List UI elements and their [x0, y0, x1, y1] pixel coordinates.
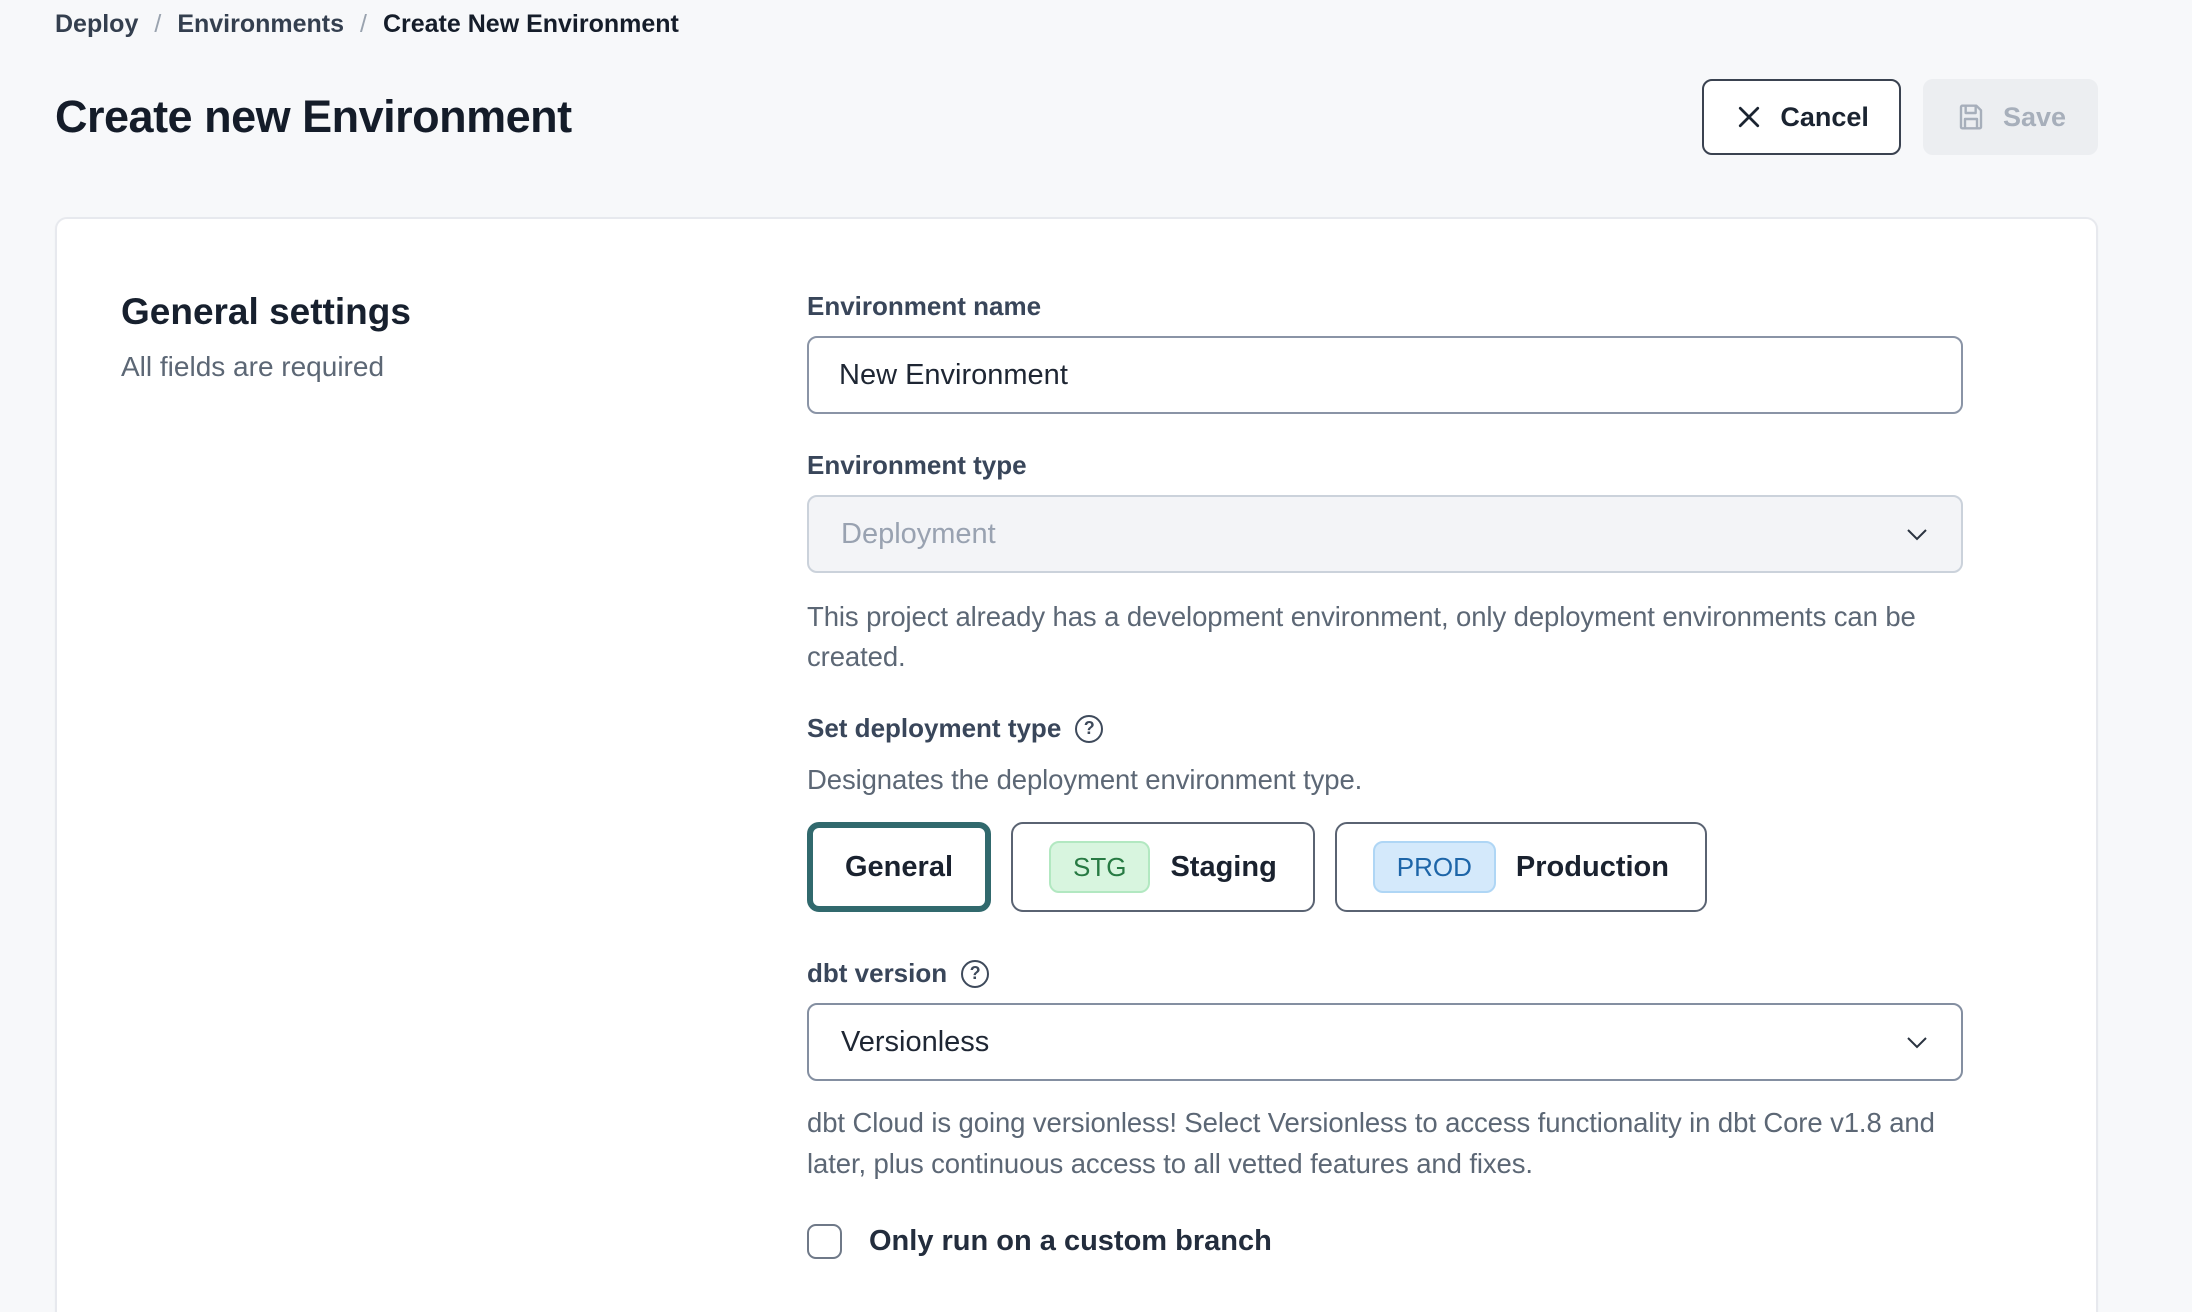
section-intro: General settings All fields are required: [121, 291, 807, 1259]
breadcrumb-deploy[interactable]: Deploy: [55, 10, 138, 39]
card-grid: General settings All fields are required…: [121, 291, 2032, 1259]
production-label: Production: [1516, 851, 1669, 884]
environment-name-group: Environment name: [807, 291, 1963, 414]
dbt-version-select[interactable]: Versionless: [807, 1003, 1963, 1081]
breadcrumb-separator: /: [360, 10, 367, 39]
cancel-label: Cancel: [1780, 102, 1869, 133]
deployment-type-helper: Designates the deployment environment ty…: [807, 760, 1963, 800]
environment-type-group: Environment type Deployment This project…: [807, 450, 1963, 677]
deployment-type-general-button[interactable]: General: [807, 822, 991, 912]
breadcrumb-environments[interactable]: Environments: [177, 10, 344, 39]
production-badge: PROD: [1373, 841, 1496, 893]
chevron-down-icon: [1905, 1035, 1929, 1050]
help-icon[interactable]: ?: [961, 960, 989, 988]
staging-badge: STG: [1049, 841, 1150, 893]
environment-type-label: Environment type: [807, 450, 1027, 481]
save-icon: [1955, 101, 1987, 133]
general-settings-card: General settings All fields are required…: [55, 217, 2098, 1312]
environment-form: Environment name Environment type Deploy…: [807, 291, 1963, 1259]
page-title: Create new Environment: [55, 91, 572, 143]
cancel-button[interactable]: Cancel: [1702, 79, 1901, 155]
environment-type-value: Deployment: [841, 518, 996, 551]
page-header: Create new Environment Cancel Save: [55, 79, 2098, 155]
deployment-type-label: Set deployment type: [807, 713, 1061, 744]
environment-name-label: Environment name: [807, 291, 1041, 322]
deployment-type-group: Set deployment type ? Designates the dep…: [807, 713, 1963, 912]
staging-label: Staging: [1170, 851, 1276, 884]
section-heading: General settings: [121, 291, 807, 333]
save-label: Save: [2003, 102, 2066, 133]
deployment-type-options: General STG Staging PROD Production: [807, 822, 1963, 912]
section-subheading: All fields are required: [121, 351, 807, 383]
breadcrumb-current-page: Create New Environment: [383, 10, 679, 39]
environment-type-select: Deployment: [807, 495, 1963, 573]
help-icon[interactable]: ?: [1075, 715, 1103, 743]
dbt-version-value: Versionless: [841, 1026, 989, 1059]
environment-name-input[interactable]: [807, 336, 1963, 414]
breadcrumb: Deploy / Environments / Create New Envir…: [55, 10, 2098, 39]
dbt-version-helper: dbt Cloud is going versionless! Select V…: [807, 1103, 1963, 1183]
breadcrumb-separator: /: [154, 10, 161, 39]
deployment-type-staging-button[interactable]: STG Staging: [1011, 822, 1315, 912]
chevron-down-icon: [1905, 527, 1929, 542]
dbt-version-label: dbt version: [807, 958, 947, 989]
header-actions: Cancel Save: [1702, 79, 2098, 155]
deployment-type-production-button[interactable]: PROD Production: [1335, 822, 1707, 912]
create-environment-page: Deploy / Environments / Create New Envir…: [0, 0, 2192, 1312]
custom-branch-checkbox[interactable]: [807, 1224, 842, 1259]
close-icon: [1734, 102, 1764, 132]
general-label: General: [845, 851, 953, 884]
custom-branch-row: Only run on a custom branch: [807, 1224, 1963, 1259]
dbt-version-label-row: dbt version ?: [807, 958, 1963, 989]
environment-type-helper: This project already has a development e…: [807, 597, 1963, 677]
dbt-version-group: dbt version ? Versionless dbt Cloud is g…: [807, 958, 1963, 1183]
custom-branch-label: Only run on a custom branch: [869, 1225, 1272, 1258]
save-button[interactable]: Save: [1923, 79, 2098, 155]
deployment-type-label-row: Set deployment type ?: [807, 713, 1963, 744]
